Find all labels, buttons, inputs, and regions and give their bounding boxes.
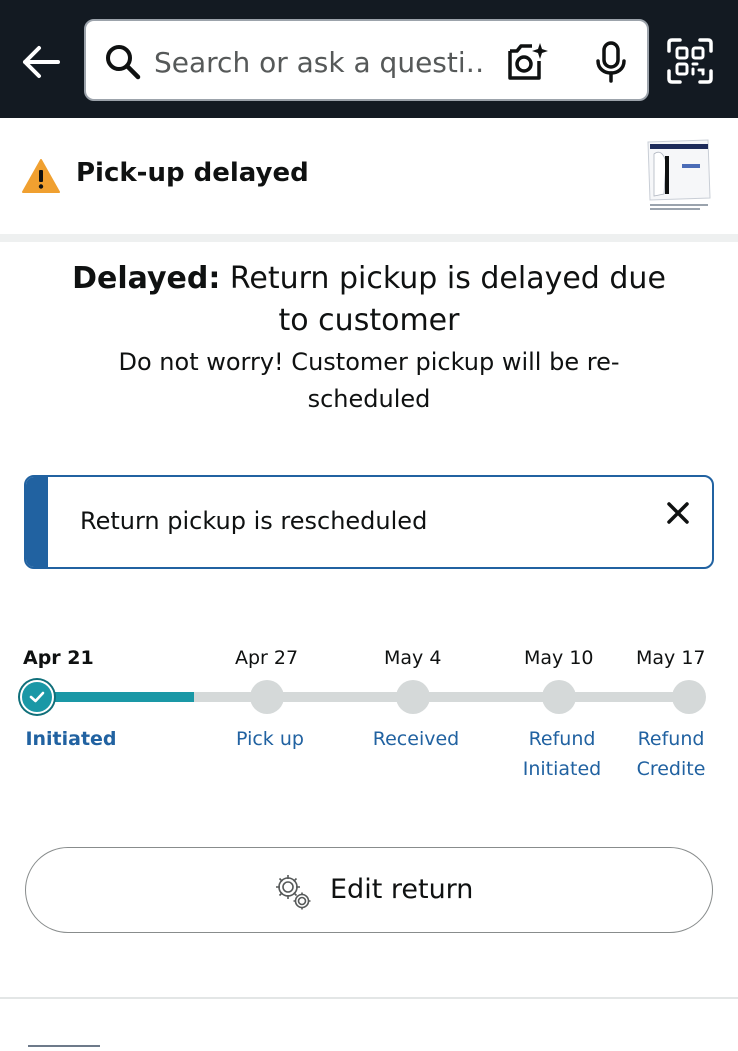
step-date: May 10 <box>524 647 594 669</box>
camera-search-icon[interactable] <box>504 41 548 83</box>
step-label-initiated[interactable]: Initiated <box>20 724 122 754</box>
step-date: May 4 <box>384 647 442 669</box>
edit-return-button[interactable]: Edit return <box>25 847 713 933</box>
step-node-completed <box>20 680 54 714</box>
close-icon[interactable] <box>662 497 694 529</box>
warning-icon <box>22 159 60 193</box>
step-date: Apr 21 <box>23 647 94 669</box>
delay-heading: Delayed: Return pickup is delayed due to… <box>60 258 678 342</box>
gear-icon <box>276 875 311 910</box>
step-label-text: Received <box>372 728 460 750</box>
product-thumbnail[interactable] <box>644 136 714 218</box>
section-divider <box>0 234 738 242</box>
back-arrow-icon <box>23 46 60 78</box>
return-status-header[interactable]: Pick-up delayed <box>0 118 738 234</box>
step-node <box>542 680 576 714</box>
step-node <box>396 680 430 714</box>
top-navigation-bar <box>0 0 738 118</box>
delay-heading-label: Delayed: <box>72 261 221 296</box>
alert-accent-bar <box>26 477 48 567</box>
step-label-text: Refund <box>637 728 705 750</box>
product-thumbnail-partial <box>28 1045 100 1051</box>
qr-scan-icon[interactable] <box>666 37 714 85</box>
edit-return-label: Edit return <box>330 874 474 905</box>
delay-subtext: Do not worry! Customer pickup will be re… <box>118 348 620 413</box>
step-label-text: Refund <box>528 728 596 750</box>
back-button[interactable] <box>18 40 64 84</box>
step-label-text: Pick up <box>236 728 304 750</box>
step-label-pickup[interactable]: Pick up <box>220 724 320 754</box>
step-label-refund-credited[interactable]: Refund Credite <box>628 724 714 784</box>
step-node <box>250 680 284 714</box>
delay-heading-text: Return pickup is delayed due to customer <box>229 261 666 338</box>
search-input[interactable] <box>154 43 484 81</box>
step-label-text-line2: Credite <box>636 758 706 780</box>
status-title: Pick-up delayed <box>76 158 309 188</box>
step-label-refund-initiated[interactable]: Refund Initiated <box>512 724 612 784</box>
step-label-received[interactable]: Received <box>361 724 471 754</box>
step-date: May 17 <box>636 647 706 669</box>
step-label-text: Initiated <box>25 728 117 750</box>
step-node <box>672 680 706 714</box>
step-date: Apr 27 <box>235 647 299 669</box>
progress-fill <box>36 692 194 702</box>
checkmark-icon <box>29 691 45 703</box>
search-box <box>84 19 649 101</box>
step-label-text-line2: Initiated <box>522 758 602 780</box>
search-icon <box>106 45 141 80</box>
alert-text: Return pickup is rescheduled <box>80 507 428 535</box>
info-alert: Return pickup is rescheduled <box>24 475 714 569</box>
section-divider <box>0 997 738 999</box>
microphone-icon[interactable] <box>591 41 631 83</box>
